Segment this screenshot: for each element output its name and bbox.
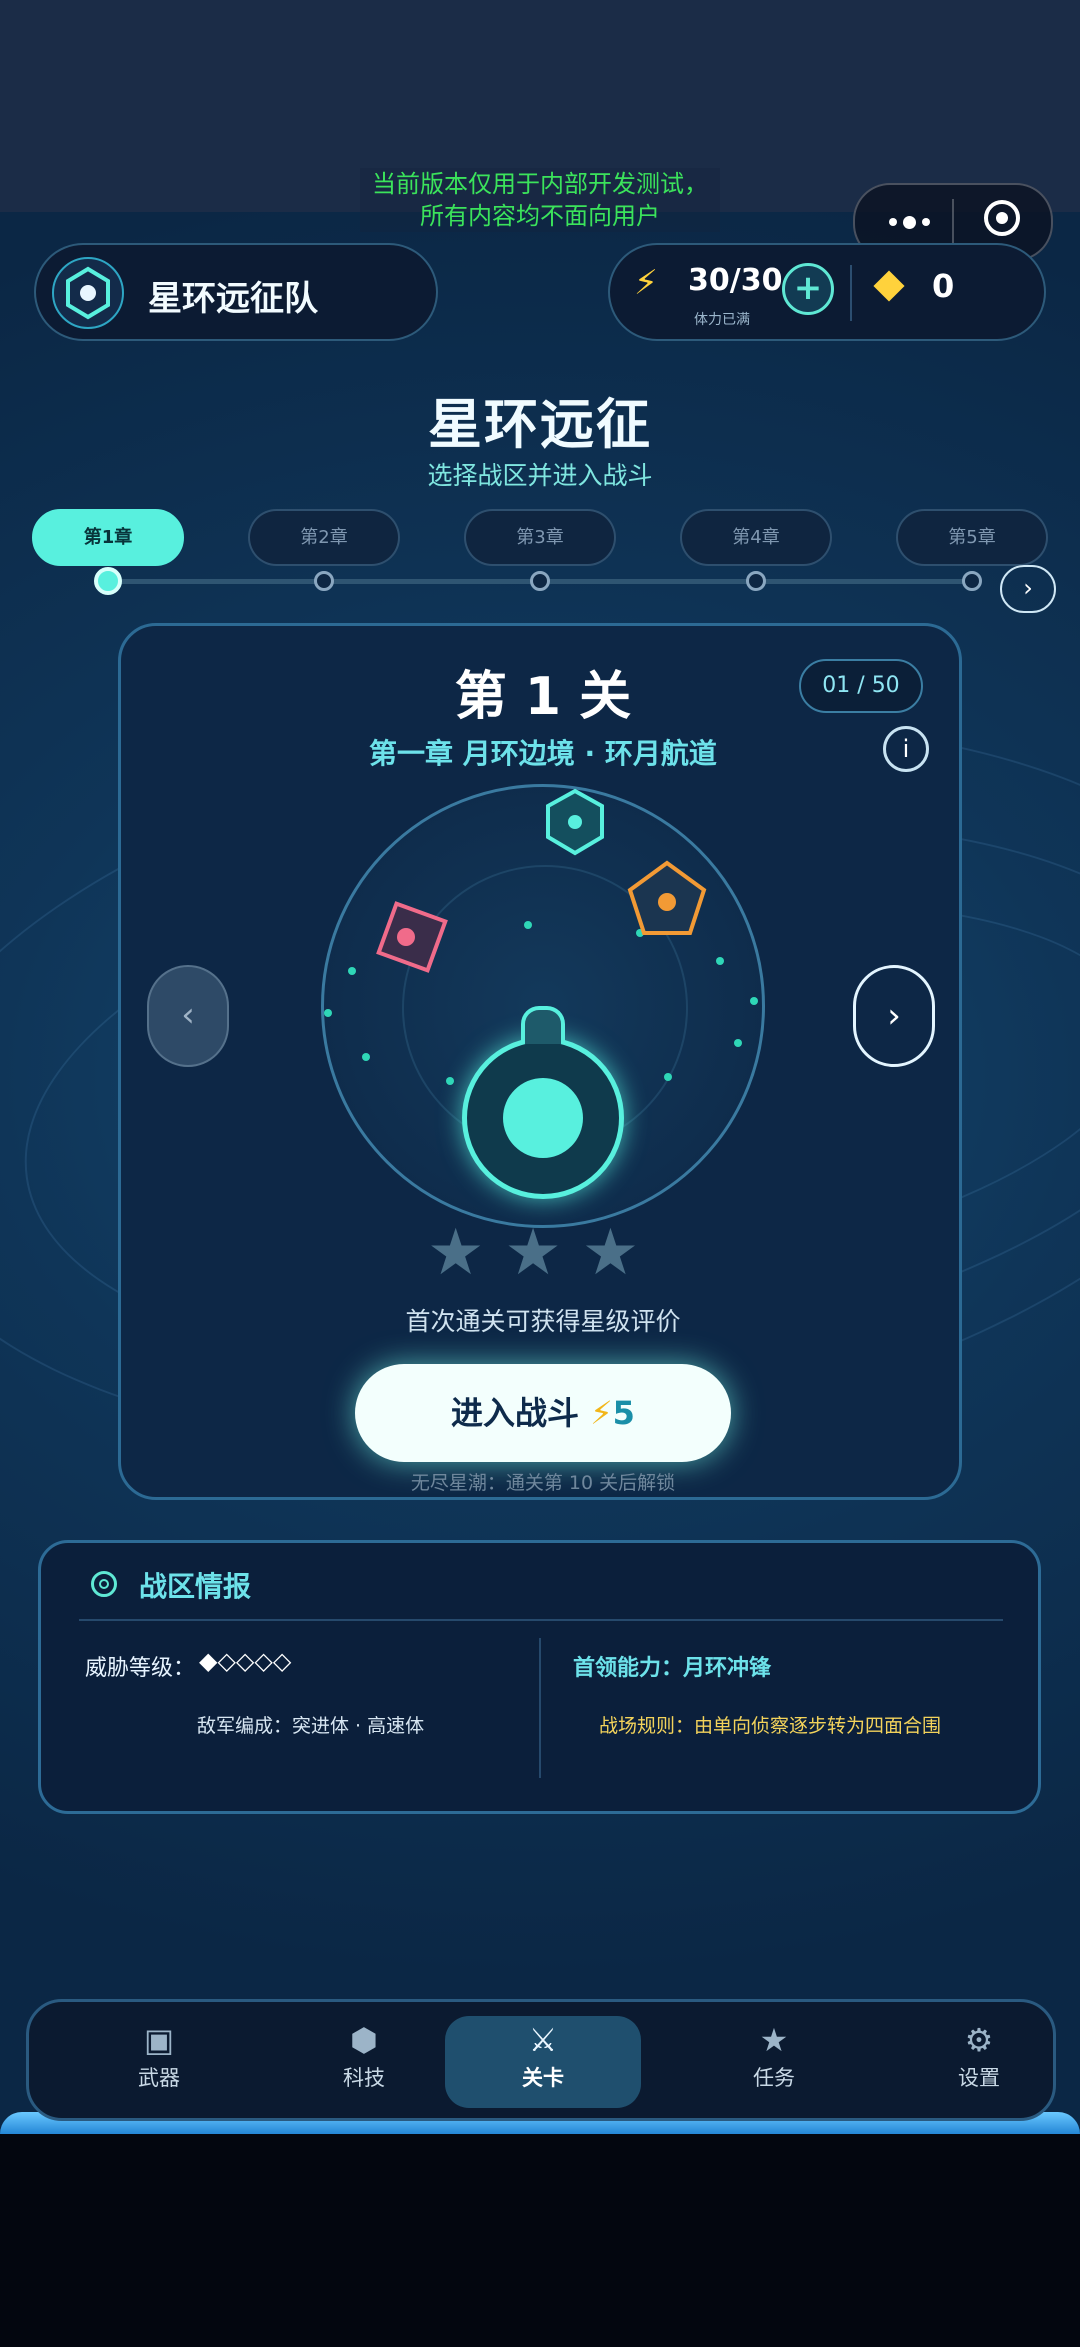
- turret-barrel: [521, 1006, 565, 1044]
- turret-core: [503, 1078, 583, 1158]
- chapter-tab-3[interactable]: 第3章: [464, 509, 616, 566]
- bottom-nav: ▣ 武器 ⬢ 科技 ⚔ 关卡 ★ 任务 ⚙ 设置: [26, 1999, 1056, 2121]
- level-progress: 01 / 50: [799, 659, 923, 713]
- nav-item-levels[interactable]: ⚔ 关卡: [445, 2016, 641, 2108]
- nav-label: 武器: [138, 2066, 180, 2090]
- star-rating: ★★★: [426, 1216, 660, 1290]
- intel-divider: [79, 1619, 1003, 1621]
- team-name: 星环远征队: [148, 279, 318, 319]
- radar-dot: [664, 1073, 672, 1081]
- gear-icon: ⚙: [964, 2021, 994, 2059]
- tech-icon: ⬢: [350, 2021, 378, 2059]
- level-card: 第 1 关 01 / 50 第一章 月环边境 · 环月航道 i ‹ › ★★★ …: [118, 623, 962, 1500]
- level-name: 第一章 月环边境 · 环月航道: [369, 737, 717, 770]
- chapter-tab-2[interactable]: 第2章: [248, 509, 400, 566]
- swords-icon: ⚔: [528, 2021, 558, 2059]
- chapter-node-5[interactable]: [962, 571, 982, 591]
- nav-label: 科技: [343, 2066, 385, 2090]
- target-icon[interactable]: [984, 200, 1020, 236]
- gem-icon: [873, 270, 905, 302]
- dev-notice-line1: 当前版本仅用于内部开发测试，: [372, 170, 708, 198]
- nav-item-settings[interactable]: ⚙ 设置: [889, 2016, 1069, 2106]
- radar-dot: [362, 1053, 370, 1061]
- intel-column-divider: [539, 1638, 541, 1778]
- chapter-node-2[interactable]: [314, 571, 334, 591]
- resource-panel: ⚡ 30/30 体力已满 + 0: [608, 243, 1046, 341]
- boss-ability: 首领能力：月环冲锋: [573, 1656, 772, 1681]
- dev-notice: 当前版本仅用于内部开发测试， 所有内容均不面向用户: [360, 168, 720, 232]
- square-enemy-icon: [376, 901, 448, 973]
- pentagon-enemy-icon: [627, 860, 707, 935]
- enemy-composition: 敌军编成：突进体 · 高速体: [197, 1715, 425, 1737]
- radar-dot: [446, 1077, 454, 1085]
- enter-battle-button[interactable]: 进入战斗 ⚡5: [355, 1364, 731, 1462]
- nav-item-missions[interactable]: ★ 任务: [684, 2016, 864, 2106]
- page-subtitle: 选择战区并进入战斗: [427, 461, 653, 490]
- threat-level: ◆◇◇◇◇: [199, 1647, 292, 1675]
- battle-radar: [321, 784, 765, 1228]
- hexagon-enemy-icon: [546, 788, 604, 856]
- chapter-node-1[interactable]: [94, 567, 122, 595]
- enter-battle-cost: 5: [612, 1394, 635, 1432]
- stamina-status: 体力已满: [694, 312, 750, 328]
- enter-battle-label: 进入战斗: [451, 1394, 580, 1432]
- nav-item-weapons[interactable]: ▣ 武器: [69, 2016, 249, 2106]
- radar-dot: [750, 997, 758, 1005]
- nav-label: 设置: [958, 2066, 1000, 2090]
- info-button[interactable]: i: [883, 726, 929, 772]
- screen-bottom: [0, 2134, 1080, 2347]
- star-hint: 首次通关可获得星级评价: [405, 1307, 681, 1336]
- radar-target-icon: [91, 1571, 117, 1597]
- threat-label: 威胁等级：: [85, 1656, 196, 1681]
- capsule-divider: [952, 199, 954, 245]
- hex-badge-graphic: [66, 266, 110, 320]
- player-turret: [462, 1006, 624, 1199]
- lightning-icon: ⚡: [590, 1394, 613, 1432]
- battlefield-rule: 战场规则：由单向侦察逐步转为四面合围: [599, 1715, 942, 1737]
- chapter-tab-1[interactable]: 第1章: [32, 509, 184, 566]
- radar-dot: [716, 957, 724, 965]
- gem-count: 0: [932, 267, 955, 305]
- prev-level-button[interactable]: ‹: [147, 965, 229, 1067]
- team-panel[interactable]: 星环远征队: [34, 243, 438, 341]
- resource-divider: [850, 265, 852, 321]
- chapter-node-4[interactable]: [746, 571, 766, 591]
- chapter-tab-4[interactable]: 第4章: [680, 509, 832, 566]
- more-dots-icon[interactable]: [879, 200, 939, 244]
- radar-dot: [734, 1039, 742, 1047]
- radar-dot: [348, 967, 356, 975]
- radar-dot: [324, 1009, 332, 1017]
- lightning-icon: ⚡: [634, 263, 658, 303]
- add-stamina-button[interactable]: +: [782, 263, 834, 315]
- nav-label: 关卡: [522, 2066, 564, 2090]
- endless-mode-hint: 无尽星潮：通关第 10 关后解锁: [410, 1472, 676, 1494]
- chapter-tab-5[interactable]: 第5章: [896, 509, 1048, 566]
- nav-label: 任务: [753, 2066, 795, 2090]
- dev-notice-line2: 所有内容均不面向用户: [420, 202, 660, 230]
- stamina-value: 30/30: [688, 263, 783, 298]
- intel-panel: 战区情报 威胁等级： ◆◇◇◇◇ 敌军编成：突进体 · 高速体 首领能力：月环冲…: [38, 1540, 1041, 1814]
- intel-title: 战区情报: [139, 1570, 252, 1603]
- page-title: 星环远征: [428, 393, 652, 456]
- chapter-next-button[interactable]: ›: [1000, 565, 1056, 613]
- hex-badge-icon: [52, 257, 124, 329]
- next-level-button[interactable]: ›: [853, 965, 935, 1067]
- nav-item-tech[interactable]: ⬢ 科技: [274, 2016, 454, 2106]
- star-icon: ★: [759, 2021, 789, 2059]
- chapter-node-3[interactable]: [530, 571, 550, 591]
- weapon-icon: ▣: [143, 2021, 175, 2059]
- radar-dot: [524, 921, 532, 929]
